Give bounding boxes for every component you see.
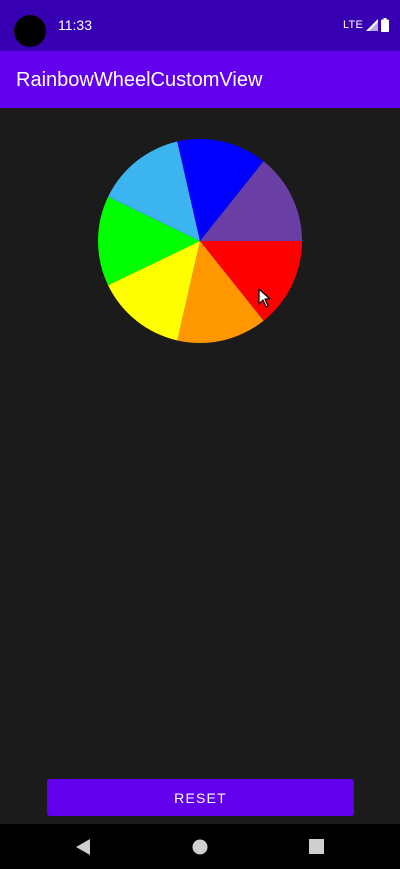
home-button[interactable] xyxy=(170,824,230,869)
app-bar: RainbowWheelCustomView xyxy=(0,51,400,108)
rainbow-wheel-container[interactable] xyxy=(96,137,304,345)
status-bar: 11:33 LTE xyxy=(0,0,400,51)
network-type-label: LTE xyxy=(343,19,363,31)
home-circle-icon xyxy=(192,839,208,854)
status-icons: LTE xyxy=(343,17,389,33)
reset-button[interactable]: RESET xyxy=(47,779,354,816)
recents-square-icon xyxy=(308,839,324,854)
back-triangle-icon xyxy=(76,838,90,855)
main-content: RESET xyxy=(0,108,400,824)
back-button[interactable] xyxy=(53,824,113,869)
status-time: 11:33 xyxy=(58,17,92,33)
navigation-bar xyxy=(0,824,400,869)
app-title: RainbowWheelCustomView xyxy=(16,69,263,91)
rainbow-wheel[interactable] xyxy=(96,137,304,345)
battery-icon xyxy=(381,18,389,32)
signal-icon xyxy=(366,19,378,31)
mouse-cursor-icon xyxy=(258,288,271,308)
recents-button[interactable] xyxy=(286,824,346,869)
camera-cutout xyxy=(14,15,46,47)
